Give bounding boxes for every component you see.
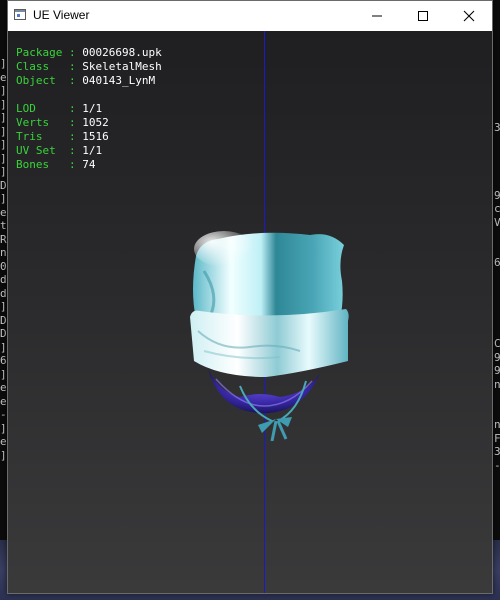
info-row-object: Object : 040143_LynM (16, 74, 156, 87)
info-row-tris: Tris : 1516 (16, 130, 109, 143)
info-row-lod: LOD : 1/1 (16, 102, 103, 115)
title-bar[interactable]: UE Viewer (8, 1, 492, 31)
info-row-class: Class : SkeletalMesh (16, 60, 162, 73)
info-row-bones: Bones : 74 (16, 158, 96, 171)
minimize-button[interactable] (354, 1, 400, 31)
app-icon (14, 9, 26, 20)
info-row-uv-set: UV Set : 1/1 (16, 144, 103, 157)
close-button[interactable] (446, 1, 492, 31)
info-row-verts: Verts : 1052 (16, 116, 109, 129)
mesh-info-overlay: Package : 00026698.upk Class : SkeletalM… (16, 46, 162, 172)
info-row-package: Package : 00026698.upk (16, 46, 162, 59)
minimize-icon (372, 15, 382, 17)
3d-viewport[interactable]: Package : 00026698.upk Class : SkeletalM… (8, 31, 492, 593)
maximize-icon (418, 11, 428, 21)
maximize-button[interactable] (400, 1, 446, 31)
background-console-right-column: 3 9 c V 6 C 9 9 n n F 3 - (494, 121, 500, 472)
skeletal-mesh-render (190, 231, 349, 441)
background-console-left-column: ] e ] ] ] ] ] ] ] D ] e t R n 0 d d ] D … (0, 57, 7, 462)
window-title: UE Viewer (33, 8, 90, 22)
close-icon (463, 10, 475, 22)
ue-viewer-window: UE Viewer Package : 00026698.upk Class :… (7, 0, 493, 594)
